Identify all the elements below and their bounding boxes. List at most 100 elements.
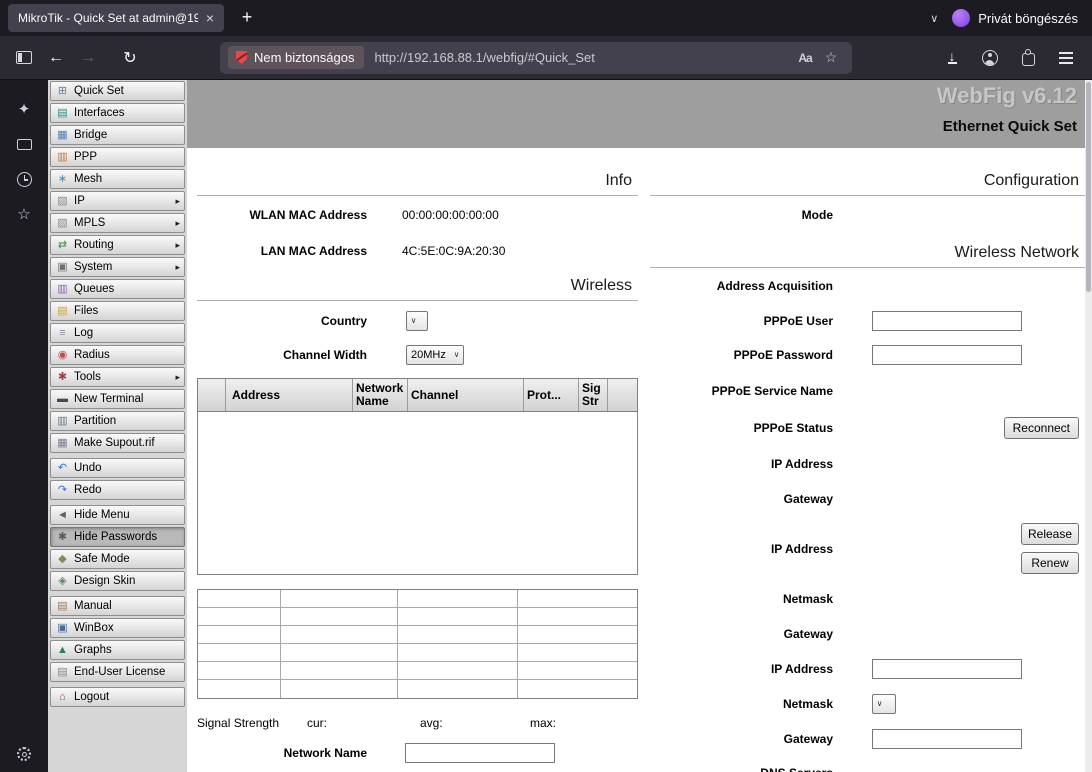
sidebar-item-logout[interactable]: ⌂ Logout xyxy=(50,687,185,707)
partition-icon: ▥ xyxy=(57,414,68,427)
sidebar-item-label: Undo xyxy=(74,462,102,474)
browser-tab[interactable]: MikroTik - Quick Set at admin@19… × xyxy=(8,4,224,32)
static-netmask-select[interactable]: ∨ xyxy=(872,694,896,714)
downloads-button[interactable]: ↓ xyxy=(938,44,966,72)
reload-button[interactable]: ↻ xyxy=(116,44,144,72)
sidebar-item-label: IP xyxy=(74,195,85,207)
static-gateway-row: Gateway xyxy=(650,728,1085,750)
tab-list-chevron-icon[interactable]: ∨ xyxy=(930,12,938,25)
webfig-brand: WebFig v6.12 xyxy=(936,83,1077,108)
sidebar-item-label: Redo xyxy=(74,484,102,496)
sidebar-toggle-button[interactable] xyxy=(10,44,38,72)
sidebar-item-files[interactable]: ▤ Files xyxy=(50,301,185,321)
channel-width-row: Channel Width 20MHz ∨ xyxy=(197,344,638,366)
static-netmask-row: Netmask ∨ xyxy=(650,693,1085,715)
sidebar-item-interfaces[interactable]: ▤ Interfaces xyxy=(50,103,185,123)
menu-button[interactable] xyxy=(1052,44,1080,72)
signal-history-cell xyxy=(281,680,399,698)
sidebar-item-tools[interactable]: ✱ Tools ▸ xyxy=(50,367,185,387)
sidebar-item-winbox[interactable]: ▣ WinBox xyxy=(50,618,185,638)
sidebar-item-manual[interactable]: ▤ Manual xyxy=(50,596,185,616)
left-column: Info WLAN MAC Address 00:00:00:00:00:00 … xyxy=(197,148,638,772)
sidebar-item-mesh[interactable]: ∗ Mesh xyxy=(50,169,185,189)
back-button[interactable]: ← xyxy=(42,44,70,72)
wan-ip-address-label: IP Address xyxy=(770,457,833,471)
sidebar-item-ppp[interactable]: ▥ PPP xyxy=(50,147,185,167)
wan-ip-address-row: IP Address xyxy=(650,453,1085,475)
sidebar-item-radius[interactable]: ◉ Radius xyxy=(50,345,185,365)
bookmark-star-icon[interactable]: ☆ xyxy=(818,49,844,66)
extensions-button[interactable] xyxy=(1014,44,1042,72)
sidebar-item-bridge[interactable]: ▦ Bridge xyxy=(50,125,185,145)
sidebar-item-queues[interactable]: ▥ Queues xyxy=(50,279,185,299)
sidebar-item-label: Tools xyxy=(74,371,101,383)
translate-icon[interactable]: Aa xyxy=(792,51,818,65)
sidebar-item-system[interactable]: ▣ System ▸ xyxy=(50,257,185,277)
sidebar-item-hide-passwords[interactable]: ✱ Hide Passwords xyxy=(50,527,185,547)
sidebar-item-label: Hide Menu xyxy=(74,509,130,521)
signal-history-cell xyxy=(398,608,518,625)
sidebar-item-label: Graphs xyxy=(74,644,112,656)
signal-history-cell xyxy=(281,626,399,643)
sidebar-item-graphs[interactable]: ▲ Graphs xyxy=(50,640,185,660)
interfaces-icon: ▤ xyxy=(57,106,68,119)
sidebar-item-design-skin[interactable]: ◈ Design Skin xyxy=(50,571,185,591)
sidebar-item-undo[interactable]: ↶ Undo xyxy=(50,458,185,478)
country-label: Country xyxy=(321,314,367,328)
url-bar[interactable]: Nem biztonságos http://192.168.88.1/webf… xyxy=(220,41,852,74)
sidebar-item-label: Design Skin xyxy=(74,575,136,587)
signal-history-cell xyxy=(518,662,637,679)
sidebar-item-make-supout-rif[interactable]: ▦ Make Supout.rif xyxy=(50,433,185,453)
static-ip-address-input[interactable] xyxy=(872,659,1022,679)
sidebar-item-label: Bridge xyxy=(74,129,108,141)
sidebar-item-end-user-license[interactable]: ▤ End-User License xyxy=(50,662,185,682)
tab-close-icon[interactable]: × xyxy=(202,10,218,26)
sidebar-item-partition[interactable]: ▥ Partition xyxy=(50,411,185,431)
network-name-input[interactable] xyxy=(405,743,555,763)
account-button[interactable] xyxy=(976,44,1004,72)
configuration-section-title: Configuration xyxy=(650,170,1085,196)
forward-button[interactable]: → xyxy=(74,44,102,72)
wan-gateway-row: Gateway xyxy=(650,488,1085,510)
pppoe-password-input[interactable] xyxy=(872,345,1022,365)
signal-avg-label: avg: xyxy=(420,716,443,730)
renew-button[interactable]: Renew xyxy=(1021,552,1079,574)
pppoe-user-label: PPPoE User xyxy=(763,314,833,328)
sidebar-item-safe-mode[interactable]: ◆ Safe Mode xyxy=(50,549,185,569)
sidebar-item-redo[interactable]: ↷ Redo xyxy=(50,480,185,500)
log-icon: ≡ xyxy=(59,326,66,339)
country-select[interactable]: ∨ xyxy=(406,311,428,331)
sidebar-item-mpls[interactable]: ▧ MPLS ▸ xyxy=(50,213,185,233)
new-tab-button[interactable]: + xyxy=(234,5,260,31)
submenu-arrow-icon: ▸ xyxy=(175,195,180,206)
site-security-chip[interactable]: Nem biztonságos xyxy=(228,46,365,69)
pppoe-user-input[interactable] xyxy=(872,311,1022,331)
synced-tabs-button[interactable] xyxy=(8,128,40,160)
settings-button[interactable] xyxy=(8,738,40,770)
address-acquisition-row: Address Acquisition xyxy=(650,275,1085,297)
sidebar-item-quick-set[interactable]: ⊞ Quick Set xyxy=(50,81,185,101)
submenu-arrow-icon: ▸ xyxy=(175,261,180,272)
url-text: http://192.168.88.1/webfig/#Quick_Set xyxy=(374,50,595,65)
static-gateway-input[interactable] xyxy=(872,729,1022,749)
ip-icon: ▨ xyxy=(57,194,68,207)
sidebar-item-ip[interactable]: ▨ IP ▸ xyxy=(50,191,185,211)
sidebar-item-log[interactable]: ≡ Log xyxy=(50,323,185,343)
scan-table-header: Address Network Name Channel Prot... Sig… xyxy=(198,379,637,412)
signal-cur-label: cur: xyxy=(307,716,328,730)
history-button[interactable] xyxy=(8,163,40,195)
scrollbar-thumb[interactable] xyxy=(1086,82,1091,292)
wan-gateway-label: Gateway xyxy=(783,492,833,506)
genai-chat-button[interactable]: ✦ xyxy=(8,93,40,125)
wlan-mac-value: 00:00:00:00:00:00 xyxy=(402,208,499,222)
page-scrollbar[interactable] xyxy=(1085,80,1092,772)
sidebar-item-routing[interactable]: ⇄ Routing ▸ xyxy=(50,235,185,255)
private-browsing-label: Privát böngészés xyxy=(978,10,1078,26)
bookmarks-button[interactable]: ☆ xyxy=(8,198,40,230)
sidebar-item-new-terminal[interactable]: ▬ New Terminal xyxy=(50,389,185,409)
channel-width-select[interactable]: 20MHz ∨ xyxy=(406,345,464,365)
wireless-scan-table: Address Network Name Channel Prot... Sig… xyxy=(197,378,638,575)
dhcp-gateway-row: Gateway xyxy=(650,623,1085,645)
reconnect-button[interactable]: Reconnect xyxy=(1003,417,1079,439)
sidebar-item-hide-menu[interactable]: ◄ Hide Menu xyxy=(50,505,185,525)
